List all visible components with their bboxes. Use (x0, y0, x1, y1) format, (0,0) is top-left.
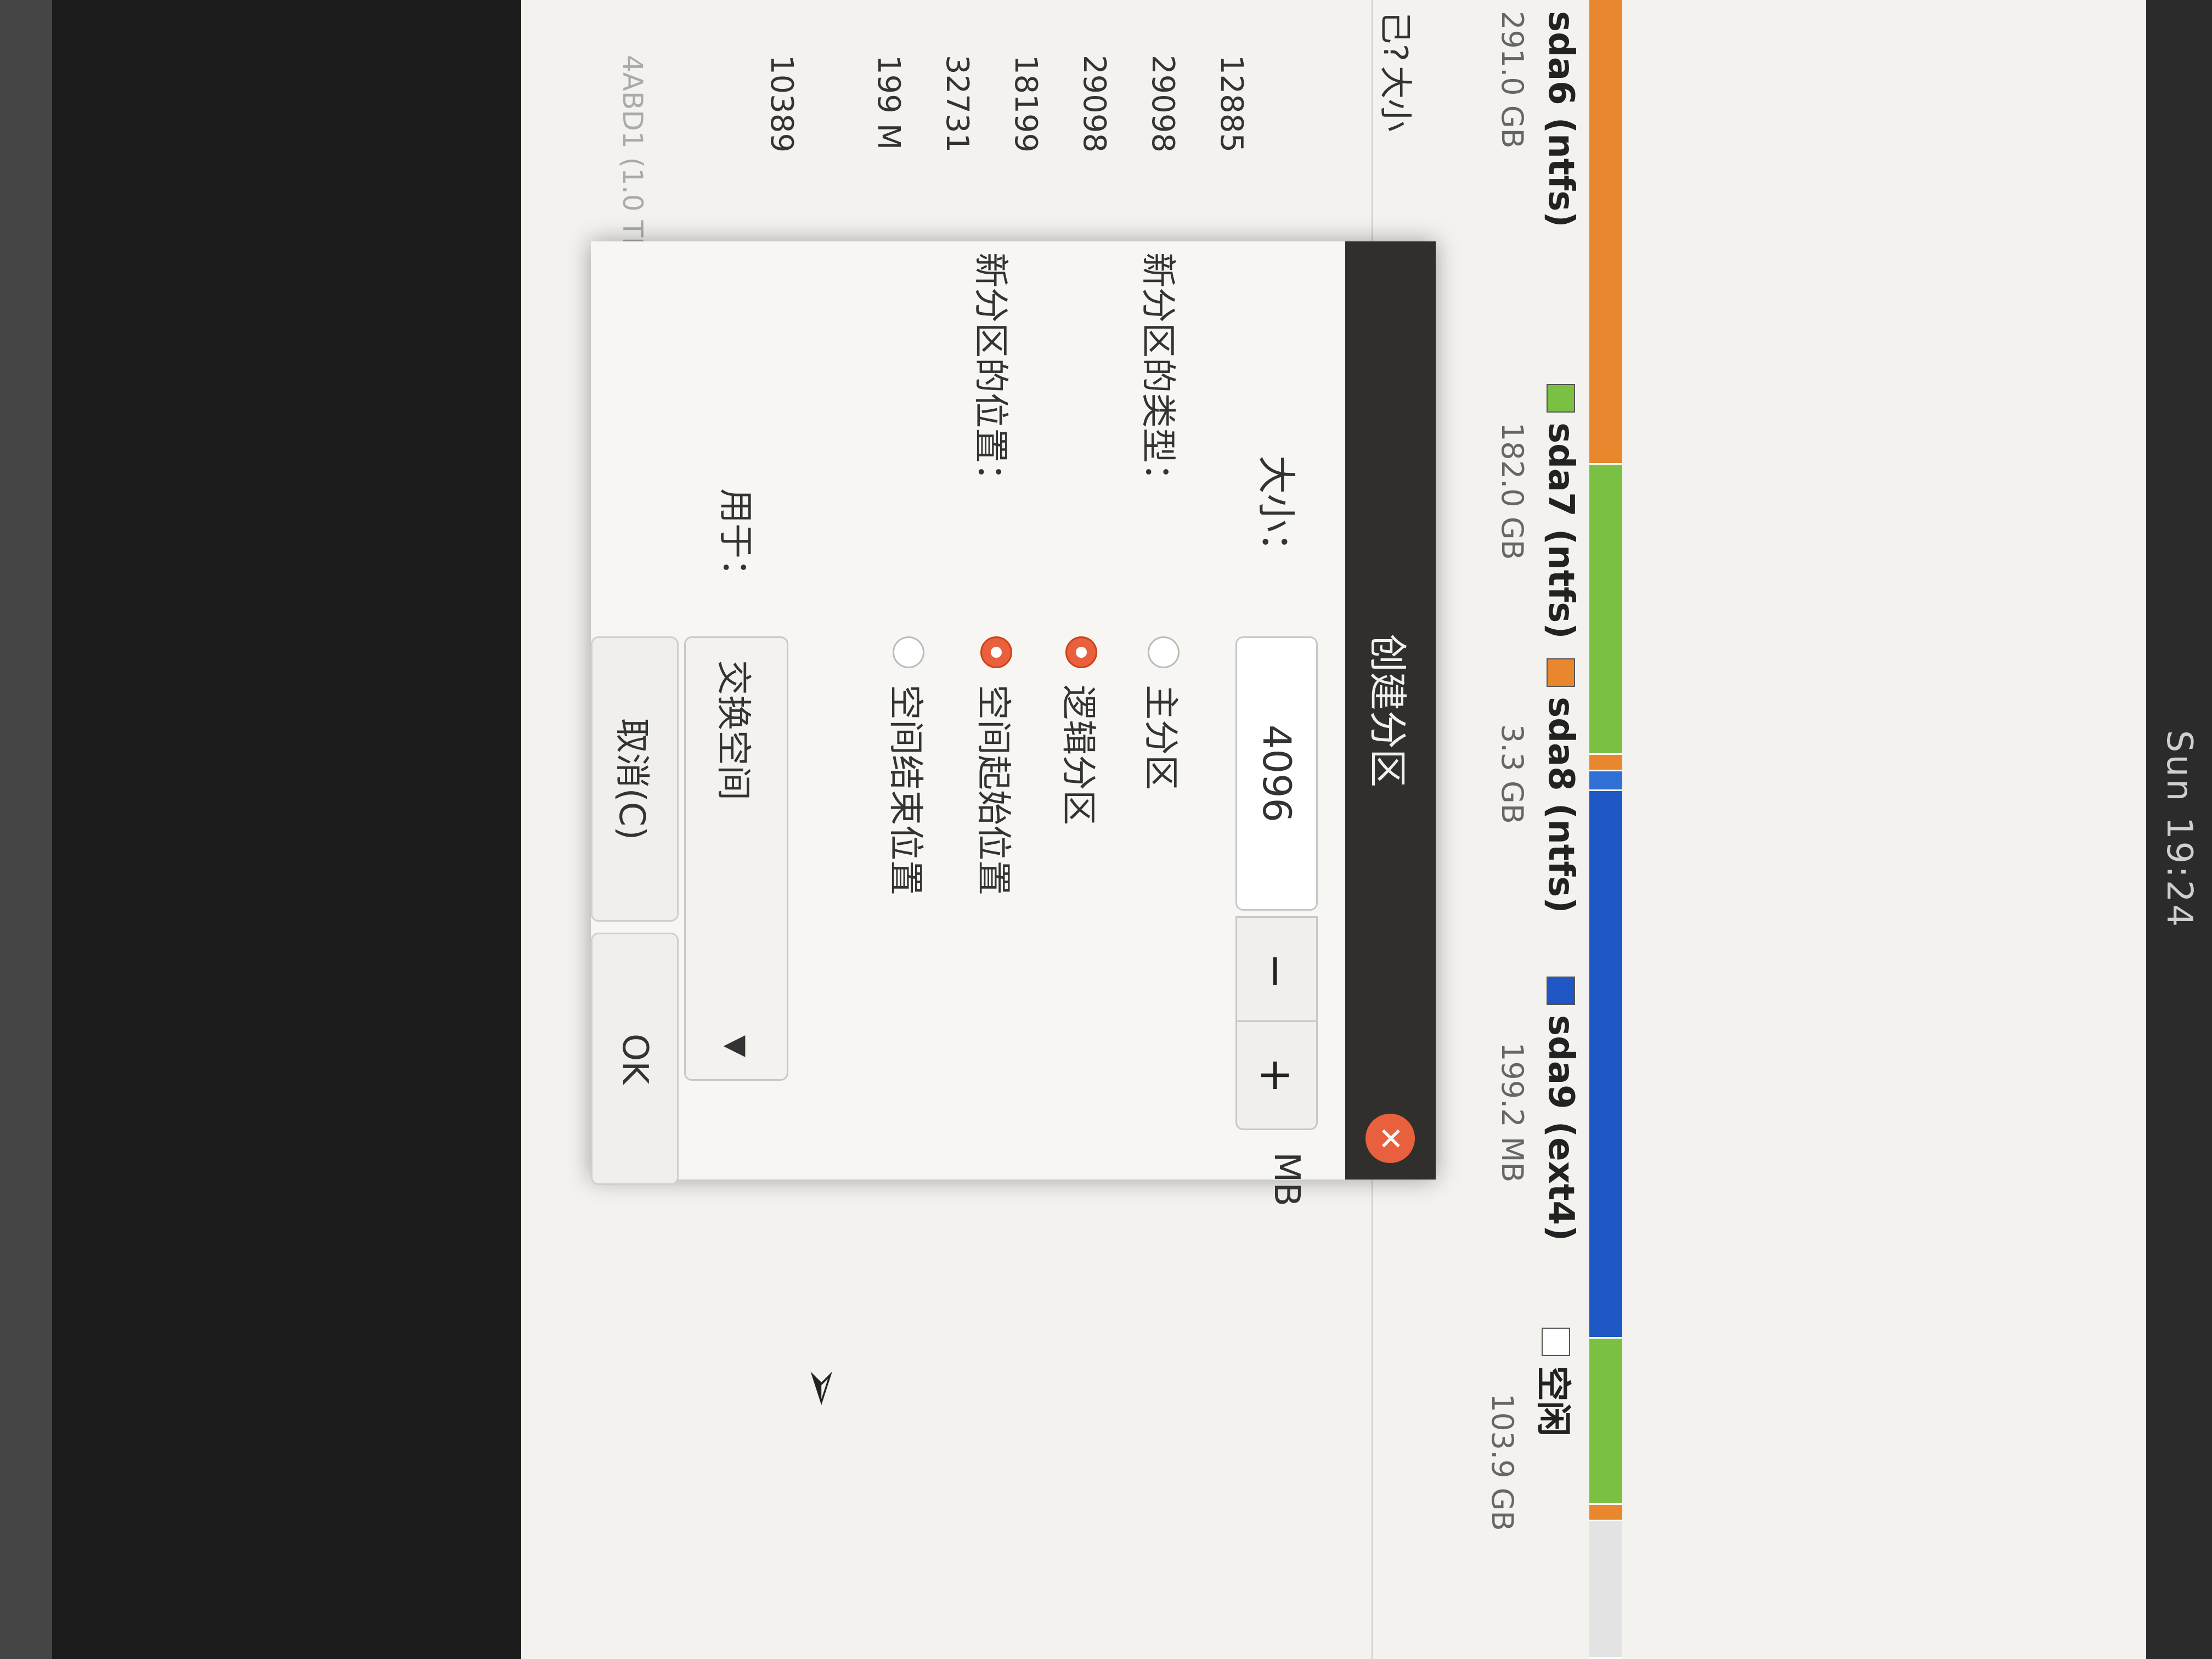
column-header-mounted[interactable]: 己? (1374, 11, 1422, 61)
disk-bar-segment[interactable] (1589, 1339, 1622, 1505)
legend-size: 3.3 GB (1495, 724, 1530, 824)
increment-button[interactable]: + (1235, 1020, 1318, 1130)
legend-size: 182.0 GB (1495, 422, 1530, 560)
radio-label: 空间结束位置 (885, 685, 926, 895)
disk-usage-bar[interactable] (1589, 0, 1622, 1659)
radio-label: 主分区 (1140, 685, 1181, 790)
legend-swatch (1542, 1328, 1570, 1356)
disk-device-label: 4ABD1 (1.0 TB) (617, 55, 648, 267)
table-row[interactable]: 29098 (1145, 55, 1181, 153)
size-input[interactable]: 4096 (1235, 636, 1318, 911)
table-row[interactable]: 10389 (764, 55, 799, 153)
use-as-label: 用于： (715, 488, 755, 594)
disk-bar-segment[interactable] (1589, 771, 1622, 792)
legend-size: 291.0 GB (1495, 11, 1530, 149)
legend-name: sda6 (ntfs) (1541, 11, 1581, 228)
create-partition-dialog: 创建分区 ✕ 大小： 4096 − + MB 新分区的类型： 主分区 逻辑分区 … (591, 241, 1436, 1206)
radio-end-of-space[interactable]: 空间结束位置 (883, 636, 934, 895)
legend-name: sda8 (ntfs) (1541, 697, 1581, 913)
radio-dot (980, 636, 1012, 668)
table-row[interactable]: 32731 (939, 55, 975, 153)
dialog-titlebar: 创建分区 (1345, 241, 1436, 1180)
legend-item-sda8: sda8 (ntfs) 3.3 GB (1495, 658, 1581, 913)
chevron-down-icon: ▼ (720, 1035, 753, 1057)
legend-swatch (1547, 658, 1575, 687)
legend-swatch (1547, 977, 1575, 1005)
disk-bar-segment[interactable] (1589, 1521, 1622, 1659)
disk-bar-segment[interactable] (1589, 0, 1622, 465)
legend-name: sda9 (ext4) (1541, 1015, 1581, 1242)
radio-primary-partition[interactable]: 主分区 (1138, 636, 1189, 790)
legend-swatch (1547, 384, 1575, 413)
top-panel: Sun 19:24 (2146, 0, 2212, 1659)
size-label: 大小： (1254, 455, 1299, 571)
table-row[interactable]: 12885 (1214, 55, 1249, 153)
legend-item-sda9: sda9 (ext4) 199.2 MB (1495, 977, 1581, 1241)
clock[interactable]: Sun 19:24 (2159, 730, 2199, 929)
screen: Sun 19:24 sda6 (ntfs) 291.0 GB sda7 (ntf… (521, 0, 2212, 1659)
legend-item-free: 空闲 103.9 GB (1485, 1328, 1581, 1531)
radio-label: 空间起始位置 (973, 685, 1013, 895)
legend-size: 103.9 GB (1485, 1393, 1520, 1531)
dialog-title: 创建分区 (1365, 634, 1410, 787)
partition-legend: sda6 (ntfs) 291.0 GB sda7 (ntfs) 182.0 G… (1449, 0, 1581, 1659)
disk-bar-segment[interactable] (1589, 791, 1622, 1339)
bezel-edge (0, 0, 52, 1659)
use-as-dropdown[interactable]: 交换空间 ▼ (684, 636, 788, 1081)
ok-button[interactable]: OK (591, 933, 679, 1185)
radio-dot (1148, 636, 1180, 668)
dark-border (52, 0, 521, 1659)
disk-bar-segment[interactable] (1589, 464, 1622, 755)
disk-bar-segment[interactable] (1589, 754, 1622, 772)
legend-item-sda6: sda6 (ntfs) 291.0 GB (1495, 11, 1581, 228)
size-unit: MB (1266, 1152, 1307, 1207)
legend-name: 空闲 (1532, 1366, 1573, 1436)
size-value: 4096 (1254, 724, 1299, 823)
radio-start-of-space[interactable]: 空间起始位置 (971, 636, 1022, 895)
radio-label: 逻辑分区 (1058, 685, 1098, 825)
partition-type-label: 新分区的类型： (1137, 252, 1178, 498)
close-icon[interactable]: ✕ (1365, 1114, 1415, 1163)
radio-logical-partition[interactable]: 逻辑分区 (1056, 636, 1107, 825)
cancel-button[interactable]: 取消(C) (591, 636, 679, 922)
table-row[interactable]: 199 M (871, 55, 906, 150)
radio-dot (893, 636, 924, 668)
disk-bar-segment[interactable] (1589, 1504, 1622, 1521)
mouse-cursor-icon: ➢ (794, 1366, 851, 1408)
partition-position-label: 新分区的位置： (970, 252, 1011, 498)
use-as-value: 交换空间 (713, 660, 753, 800)
legend-item-sda7: sda7 (ntfs) 182.0 GB (1495, 384, 1581, 639)
table-row[interactable]: 29098 (1076, 55, 1112, 153)
legend-name: sda7 (ntfs) (1541, 422, 1581, 639)
column-header-size[interactable]: 大小 (1374, 66, 1422, 132)
legend-size: 199.2 MB (1495, 1042, 1530, 1183)
decrement-button[interactable]: − (1235, 916, 1318, 1026)
radio-dot (1065, 636, 1097, 668)
table-row[interactable]: 18199 (1008, 55, 1043, 153)
